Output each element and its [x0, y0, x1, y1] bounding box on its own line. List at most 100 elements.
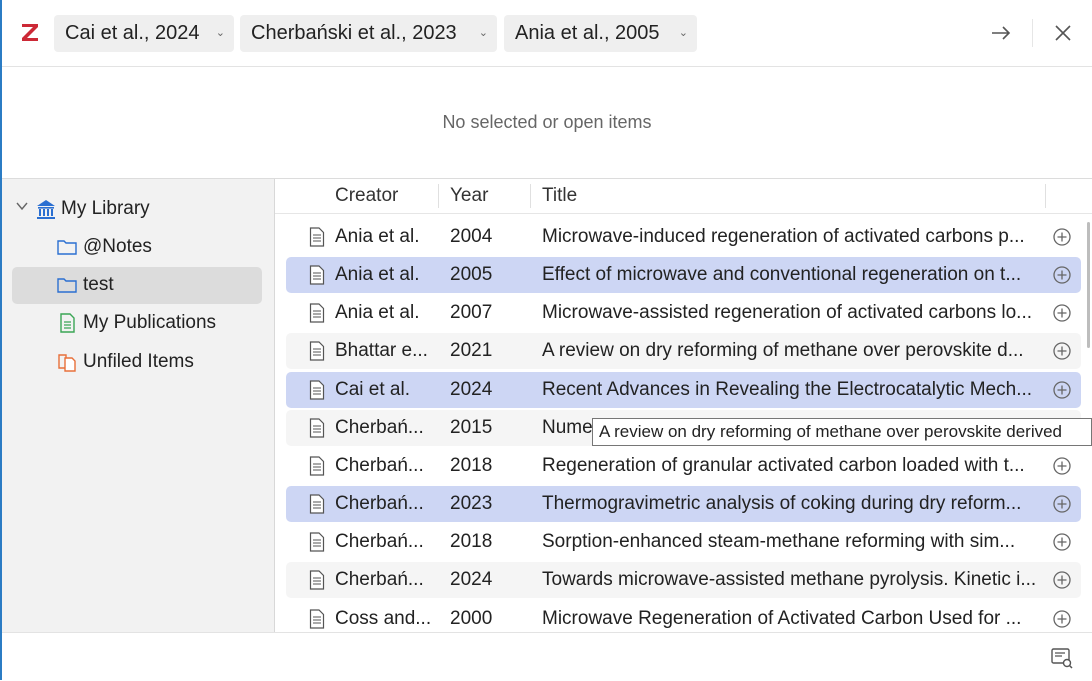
chevron-down-icon: ⌄	[215, 27, 225, 39]
empty-state-message: No selected or open items	[442, 112, 652, 132]
cell-year: 2005	[450, 264, 493, 285]
cell-title: Towards microwave-assisted methane pyrol…	[542, 569, 1037, 590]
library-icon	[37, 200, 55, 219]
header-divider	[275, 213, 1092, 214]
cell-creator: Ania et al.	[335, 264, 420, 285]
zotero-window: Cai et al., 2024 ⌄ Cherbański et al., 20…	[0, 0, 1092, 681]
sidebar-item-my-library[interactable]: My Library	[12, 191, 262, 228]
add-to-item-icon[interactable]	[1052, 227, 1072, 247]
cell-creator: Cherbań...	[335, 417, 424, 438]
sidebar-item-label: @Notes	[83, 236, 152, 257]
folder-icon	[57, 240, 77, 255]
publications-icon	[60, 313, 75, 333]
chevron-down-icon[interactable]	[15, 199, 29, 213]
cell-year: 2004	[450, 226, 493, 247]
tab-ania-2005[interactable]: Ania et al., 2005 ⌄	[504, 15, 697, 52]
document-icon	[309, 303, 325, 323]
cell-creator: Bhattar e...	[335, 340, 428, 361]
chevron-down-icon: ⌄	[478, 27, 488, 39]
cell-year: 2023	[450, 493, 493, 514]
arrow-right-icon[interactable]	[990, 22, 1012, 44]
document-icon	[309, 570, 325, 590]
cell-year: 2015	[450, 417, 493, 438]
column-header-year[interactable]: Year	[450, 179, 488, 213]
document-icon	[309, 418, 325, 438]
add-to-item-icon[interactable]	[1052, 609, 1072, 629]
cell-creator: Ania et al.	[335, 302, 420, 323]
add-to-item-icon[interactable]	[1052, 532, 1072, 552]
chevron-down-icon: ⌄	[678, 27, 688, 39]
title-tooltip: A review on dry reforming of methane ove…	[592, 418, 1092, 446]
table-row[interactable]: Ania et al. 2004 Microwave-induced regener…	[286, 219, 1081, 255]
scrollbar[interactable]	[1087, 222, 1090, 348]
table-row[interactable]: Cherbań... 2018 Sorption-enhanced steam-me…	[286, 524, 1081, 560]
add-to-item-icon[interactable]	[1052, 265, 1072, 285]
toolbar-separator	[1032, 19, 1033, 47]
column-separator[interactable]	[530, 184, 531, 208]
column-separator[interactable]	[438, 184, 439, 208]
document-icon	[309, 609, 325, 629]
table-row[interactable]: Cai et al. 2024 Recent Advances in Reveali…	[286, 372, 1081, 408]
tab-label: Cai et al., 2024	[65, 22, 200, 44]
add-to-item-icon[interactable]	[1052, 303, 1072, 323]
sidebar-item-notes[interactable]: @Notes	[12, 229, 262, 266]
column-header-title[interactable]: Title	[542, 179, 577, 213]
cell-year: 2007	[450, 302, 493, 323]
sidebar-item-test[interactable]: test	[12, 267, 262, 304]
cell-title: Sorption-enhanced steam-methane reformin…	[542, 531, 1016, 552]
tab-label: Cherbański et al., 2023	[251, 22, 457, 44]
notes-context-icon[interactable]	[1050, 646, 1074, 670]
table-row[interactable]: Bhattar e... 2021 A review on dry reformin…	[286, 333, 1081, 369]
document-icon	[309, 532, 325, 552]
cell-creator: Cai et al.	[335, 379, 410, 400]
add-to-item-icon[interactable]	[1052, 456, 1072, 476]
cell-creator: Ania et al.	[335, 226, 420, 247]
sidebar-item-label: test	[83, 274, 114, 295]
zotero-logo-icon[interactable]	[18, 20, 42, 44]
context-pane-header: Cai et al., 2024 ⌄ Cherbański et al., 20…	[2, 0, 1092, 67]
cell-creator: Cherbań...	[335, 455, 424, 476]
items-tree: Creator Year Title Ania et al. 2004 Microw…	[275, 179, 1092, 632]
table-row[interactable]: Ania et al. 2005 Effect of microwave and c…	[286, 257, 1081, 293]
add-to-item-icon[interactable]	[1052, 494, 1072, 514]
folder-icon	[57, 278, 77, 293]
cell-title: Recent Advances in Revealing the Electro…	[542, 379, 1033, 400]
sidebar-item-label: My Publications	[83, 312, 217, 333]
unfiled-icon	[58, 354, 76, 372]
add-to-item-icon[interactable]	[1052, 380, 1072, 400]
table-row[interactable]: Cherbań... 2024 Towards microwave-assisted…	[286, 562, 1081, 598]
status-footer	[2, 632, 1092, 681]
cell-creator: Cherbań...	[335, 569, 424, 590]
document-icon	[309, 341, 325, 361]
cell-creator: Cherbań...	[335, 531, 424, 552]
cell-year: 2021	[450, 340, 493, 361]
cell-creator: Cherbań...	[335, 493, 424, 514]
close-icon[interactable]	[1052, 22, 1074, 44]
cell-year: 2024	[450, 379, 493, 400]
sidebar-item-label: Unfiled Items	[83, 351, 194, 372]
cell-title: Regeneration of granular activated carbo…	[542, 455, 1025, 476]
cell-year: 2024	[450, 569, 493, 590]
cell-year: 2018	[450, 531, 493, 552]
document-icon	[309, 494, 325, 514]
column-separator[interactable]	[1045, 184, 1046, 208]
tab-cherbanski-2023[interactable]: Cherbański et al., 2023 ⌄	[240, 15, 497, 52]
collections-sidebar: My Library @Notes test My Publications U…	[2, 179, 274, 632]
add-to-item-icon[interactable]	[1052, 570, 1072, 590]
sidebar-item-my-publications[interactable]: My Publications	[12, 305, 262, 342]
cell-title: Microwave-assisted regeneration of activ…	[542, 302, 1033, 323]
cell-title: A review on dry reforming of methane ove…	[542, 340, 1024, 361]
sidebar-item-label: My Library	[61, 198, 150, 219]
table-row[interactable]: Cherbań... 2023 Thermogravimetric analysis…	[286, 486, 1081, 522]
cell-title: Thermogravimetric analysis of coking dur…	[542, 493, 1022, 514]
tab-label: Ania et al., 2005	[515, 22, 660, 44]
table-row[interactable]: Ania et al. 2007 Microwave-assisted regene…	[286, 295, 1081, 331]
cell-title: Effect of microwave and conventional reg…	[542, 264, 1022, 285]
document-icon	[309, 265, 325, 285]
table-row[interactable]: Cherbań... 2018 Regeneration of granular a…	[286, 448, 1081, 484]
column-header-creator[interactable]: Creator	[335, 179, 398, 213]
add-to-item-icon[interactable]	[1052, 341, 1072, 361]
cell-title: Microwave-induced regeneration of activa…	[542, 226, 1025, 247]
tab-cai-2024[interactable]: Cai et al., 2024 ⌄	[54, 15, 234, 52]
sidebar-item-unfiled-items[interactable]: Unfiled Items	[12, 344, 262, 381]
